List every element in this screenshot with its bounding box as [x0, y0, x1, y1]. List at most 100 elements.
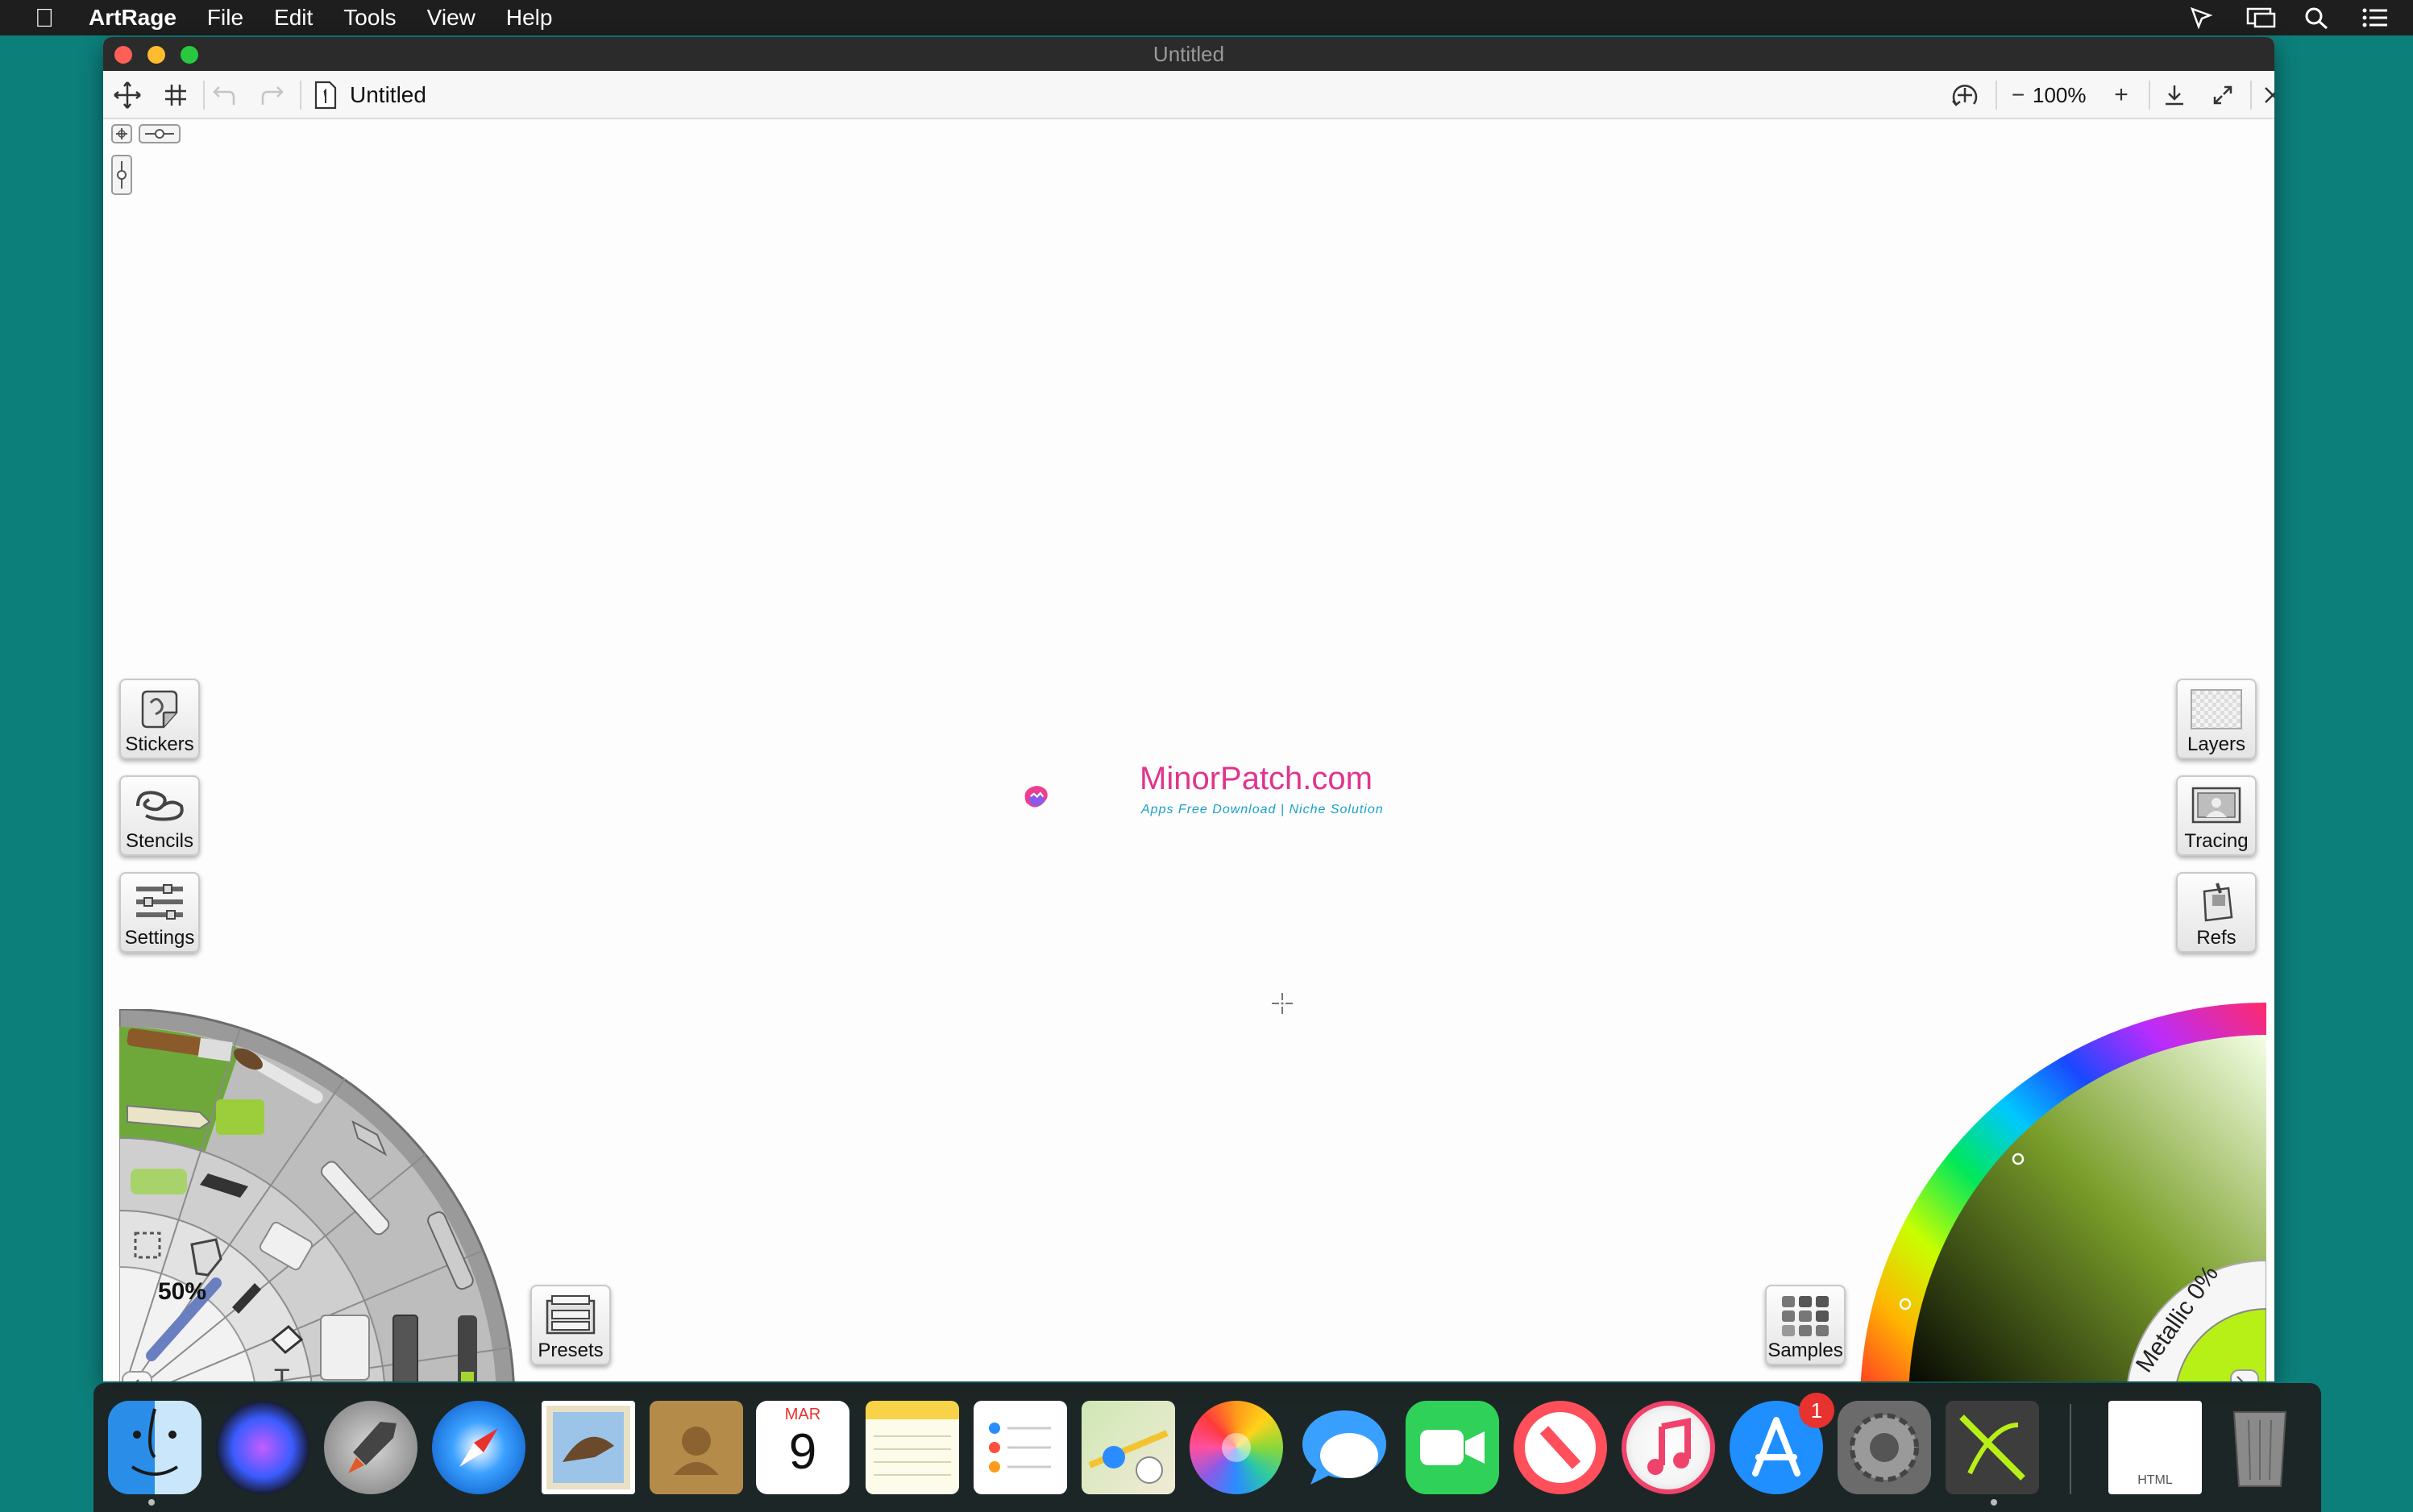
html-file-icon[interactable]: HTML [2108, 1401, 2202, 1494]
reminders-icon[interactable] [974, 1401, 1067, 1494]
horizontal-slider-control[interactable] [139, 124, 181, 143]
news-icon[interactable] [1514, 1401, 1607, 1494]
stencils-button[interactable]: Stencils [119, 775, 200, 856]
rotate-canvas-icon[interactable] [1949, 79, 1981, 111]
safari-icon[interactable] [432, 1401, 525, 1494]
zoom-out-button[interactable]: − [2002, 79, 2034, 111]
refs-label: Refs [2196, 927, 2236, 949]
color-picker-wheel[interactable] [1860, 1003, 2266, 1381]
toolbar: Untitled − 100% + [103, 71, 2274, 119]
redo-icon[interactable] [256, 79, 289, 111]
brush-size-value[interactable]: 50% [158, 1278, 206, 1306]
finder-icon[interactable] [108, 1401, 201, 1494]
spotlight-search-icon[interactable] [2303, 6, 2331, 30]
layers-label: Layers [2187, 733, 2246, 755]
mail-stamp-icon[interactable] [542, 1401, 635, 1494]
stickers-button[interactable]: Stickers [119, 679, 200, 759]
collapse-tool-wheel-icon[interactable] [122, 1371, 152, 1381]
presets-label: Presets [538, 1340, 604, 1361]
tool-picker-wheel[interactable] [119, 1009, 538, 1381]
facetime-icon[interactable] [1406, 1401, 1499, 1494]
calendar-month: MAR [784, 1406, 821, 1423]
notification-center-icon[interactable] [2361, 6, 2389, 30]
settings-sliders-icon [136, 884, 183, 920]
stencil-icon [136, 791, 184, 821]
undo-icon[interactable] [208, 79, 240, 111]
chalk-icon[interactable] [131, 1169, 187, 1194]
menu-tools[interactable]: Tools [343, 5, 396, 31]
zoom-in-button[interactable]: + [2105, 79, 2137, 111]
artrage-app-icon[interactable] [1946, 1401, 2039, 1494]
tracing-button[interactable]: Tracing [2176, 775, 2257, 856]
menu-app-name[interactable]: ArtRage [89, 5, 177, 31]
layers-button[interactable]: Layers [2176, 679, 2257, 759]
title-bar[interactable]: Untitled [103, 37, 2274, 71]
running-indicator [1991, 1499, 1997, 1506]
maps-icon[interactable] [1082, 1401, 1175, 1494]
menu-view[interactable]: View [427, 5, 476, 31]
launchpad-icon[interactable] [324, 1401, 417, 1494]
toolbar-divider [203, 81, 205, 110]
presets-drawer-icon [546, 1295, 596, 1335]
refs-button[interactable]: Refs [2176, 872, 2257, 953]
crosshair-cursor-icon [1272, 993, 1293, 1014]
html-file-label: HTML [2137, 1473, 2173, 1487]
trash-icon[interactable] [2213, 1401, 2307, 1494]
fullscreen-icon[interactable] [2207, 79, 2239, 111]
settings-button[interactable]: Settings [119, 872, 200, 953]
text-tool-button[interactable]: T [274, 1364, 290, 1381]
display-mirror-icon[interactable] [2245, 6, 2276, 30]
document-title[interactable]: Untitled [350, 82, 426, 108]
itunes-icon[interactable] [1622, 1401, 1715, 1494]
stencils-label: Stencils [125, 830, 194, 852]
menu-file[interactable]: File [207, 5, 243, 31]
menu-help[interactable]: Help [506, 5, 553, 31]
messages-icon[interactable] [1298, 1401, 1391, 1494]
apple-menu-icon[interactable]:  [0, 3, 89, 33]
canvas-position-control[interactable] [111, 124, 132, 143]
cursor-status-icon[interactable] [2187, 6, 2215, 30]
vertical-slider-control[interactable] [111, 155, 132, 195]
toolbar-divider [300, 81, 301, 110]
menu-edit[interactable]: Edit [274, 5, 313, 31]
reference-pin-icon [2203, 883, 2233, 922]
menu-bar:  ArtRage File Edit Tools View Help [0, 0, 2413, 35]
contacts-icon[interactable] [650, 1401, 743, 1494]
layer-thumbnail-icon [2191, 689, 2242, 729]
calendar-icon[interactable]: MAR 9 [756, 1401, 849, 1494]
samples-grid-icon [1782, 1296, 1829, 1336]
watermark-subtitle: Apps Free Download | Niche Solution [1141, 803, 1384, 816]
minorpatch-logo-icon [1024, 786, 1048, 808]
stickers-label: Stickers [125, 733, 194, 755]
paint-tube-icon[interactable] [216, 1099, 264, 1135]
drawing-canvas[interactable]: Stickers Stencils Settings Presets Layer… [103, 119, 2274, 1381]
sticker-icon [141, 690, 178, 729]
system-preferences-icon[interactable] [1838, 1401, 1931, 1494]
calendar-day: 9 [788, 1424, 817, 1480]
glitter-tube-icon[interactable] [320, 1315, 370, 1381]
document-icon[interactable] [309, 79, 342, 111]
watermark-title: MinorPatch.com [1140, 761, 1373, 796]
dock-divider [2070, 1404, 2071, 1494]
close-icon[interactable] [2257, 79, 2274, 111]
toolbar-divider [1996, 81, 1997, 110]
artrage-window: Untitled Untitled − 100% + Stickers Sten… [103, 37, 2274, 1381]
siri-icon[interactable] [216, 1401, 309, 1494]
photos-icon[interactable] [1190, 1401, 1283, 1494]
tracing-label: Tracing [2184, 830, 2249, 852]
samples-label: Samples [1767, 1340, 1843, 1361]
expand-color-picker-icon[interactable] [2230, 1369, 2259, 1381]
technical-pen-icon[interactable] [458, 1315, 477, 1381]
tracing-image-icon [2191, 787, 2241, 824]
grid-icon[interactable] [160, 79, 192, 111]
toolbar-divider [2149, 81, 2150, 110]
presets-button[interactable]: Presets [530, 1285, 611, 1365]
move-canvas-icon[interactable] [111, 79, 143, 111]
samples-button[interactable]: Samples [1765, 1285, 1846, 1365]
running-indicator [148, 1499, 155, 1506]
notes-icon[interactable] [866, 1401, 959, 1494]
oil-brush-icon[interactable] [392, 1315, 418, 1381]
zoom-level[interactable]: 100% [2033, 83, 2087, 108]
toolbar-divider [2250, 81, 2252, 110]
download-icon[interactable] [2158, 79, 2191, 111]
